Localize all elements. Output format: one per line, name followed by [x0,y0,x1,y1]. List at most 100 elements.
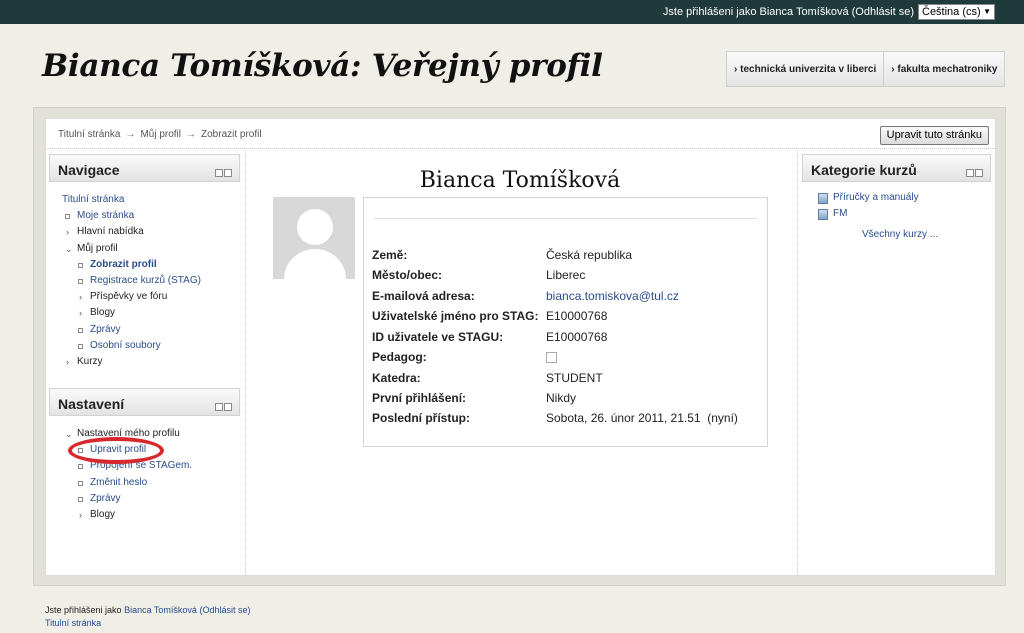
field-label: První přihlášení: [372,391,467,405]
nav-item-my-page[interactable]: Moje stránka [62,208,201,224]
category-item-label[interactable]: FM [833,208,847,219]
dock-icon[interactable] [975,169,983,177]
teacher-checkbox [546,352,557,363]
navigation-block-header: Navigace [49,154,240,182]
bullet-icon [78,343,83,349]
avatar [273,197,355,279]
course-categories-title: Kategorie kurzů [811,162,917,178]
login-info[interactable]: Jste přihlášeni jako Bianca Tomíšková (O… [663,6,914,18]
field-value: Liberec [546,268,586,282]
chevron-right-icon: › [79,308,82,319]
settings-block-title: Nastavení [58,396,125,412]
nav-item-blogs[interactable]: › Blogy [62,305,201,321]
email-link[interactable]: bianca.tomiskova@tul.cz [546,289,679,303]
collapse-icon[interactable] [966,169,974,177]
category-item-fm[interactable]: FM [818,206,938,222]
field-label: Poslední přístup: [372,411,471,425]
field-label: Město/obec: [372,268,443,282]
nav-item-label: Blogy [90,307,116,319]
collapse-icon[interactable] [215,403,223,411]
header-link-label: technická univerzita v liberci [740,64,877,75]
footer-user-link[interactable]: Bianca Tomíšková [124,605,197,615]
footer-login-info: Jste přihlášeni jako Bianca Tomíšková (O… [45,604,250,617]
nav-item-private-files[interactable]: Osobní soubory [62,338,201,354]
highlight-circle [68,437,164,464]
divider [374,218,757,219]
nav-item-label[interactable]: Zprávy [90,324,121,335]
chevron-right-icon: › [79,292,82,303]
settings-item-change-password[interactable]: Změnit heslo [62,475,192,491]
breadcrumb-current: Zobrazit profil [201,129,262,140]
nav-item-label[interactable]: Titulní stránka [62,194,124,205]
header-link-label: fakulta mechatroniky [897,64,998,75]
field-label: Země: [372,248,408,262]
header-link-university[interactable]: › technická univerzita v liberci [727,52,885,86]
language-select-value: Čeština (cs) [922,6,981,18]
breadcrumb-my-profile[interactable]: Můj profil [140,129,181,140]
nav-item-label: Hlavní nabídka [77,226,144,238]
nav-item-messages[interactable]: Zprávy [62,322,201,338]
dock-icon[interactable] [224,169,232,177]
footer-home-link[interactable]: Titulní stránka [45,618,101,628]
nav-item-label: Příspěvky ve fóru [90,291,168,303]
nav-item-label[interactable]: Zobrazit profil [90,259,157,270]
profile-info-box: Země: Česká republika Město/obec: Liberec … [363,197,768,447]
category-item-manuals[interactable]: Příručky a manuály [818,190,938,206]
top-bar: Jste přihlášeni jako Bianca Tomíšková (O… [0,0,1024,24]
field-value: E10000768 [546,330,608,344]
field-value: STUDENT [546,371,603,385]
footer-logout-link[interactable]: (Odhlásit se) [199,605,250,615]
settings-item-label: Blogy [90,509,116,521]
settings-item-messages[interactable]: Zprávy [62,491,192,507]
field-label: E-mailová adresa: [372,289,475,303]
bullet-icon [78,480,83,486]
block-controls [214,164,232,177]
footer: Jste přihlášeni jako Bianca Tomíšková (O… [45,604,250,630]
avatar-head-shape [297,209,333,245]
footer-login-prefix: Jste přihlášeni jako [45,605,122,615]
chevron-right-icon: › [79,510,82,521]
all-courses-label[interactable]: Všechny kurzy ... [862,229,938,240]
field-label: Pedagog: [372,350,427,364]
bullet-icon [78,464,83,470]
edit-page-button[interactable]: Upravit tuto stránku [879,126,989,145]
block-controls [214,398,232,411]
bullet-icon [78,262,83,268]
chevron-down-icon: ⌄ [65,429,73,439]
bullet-icon [78,496,83,502]
field-label: Uživatelské jméno pro STAG: [372,309,539,323]
chevron-down-icon: ▼ [983,7,991,16]
header-link-faculty[interactable]: › fakulta mechatroniky [884,52,1004,86]
chevron-right-icon: › [66,227,69,238]
header-links: › technická univerzita v liberci › fakul… [726,51,1006,87]
settings-item-label[interactable]: Změnit heslo [90,477,147,488]
nav-item-forum-posts[interactable]: › Příspěvky ve fóru [62,289,201,305]
nav-item-course-registration[interactable]: Registrace kurzů (STAG) [62,273,201,289]
collapse-icon[interactable] [215,169,223,177]
all-courses-link[interactable]: Všechny kurzy ... [818,227,938,243]
field-label: ID uživatele ve STAGU: [372,330,504,344]
language-select[interactable]: Čeština (cs) ▼ [918,4,995,20]
course-categories-header: Kategorie kurzů [802,154,991,182]
profile-name: Bianca Tomíšková [419,168,621,193]
nav-item-view-profile[interactable]: Zobrazit profil [62,257,201,273]
nav-item-label[interactable]: Moje stránka [77,210,134,221]
breadcrumb-home[interactable]: Titulní stránka [58,129,120,140]
block-controls [965,164,983,177]
nav-item-courses[interactable]: › Kurzy [62,354,201,370]
dock-icon[interactable] [224,403,232,411]
settings-item-blogs[interactable]: › Blogy [62,507,192,523]
nav-item-label[interactable]: Registrace kurzů (STAG) [90,275,201,286]
nav-item-label[interactable]: Osobní soubory [90,340,161,351]
category-item-label[interactable]: Příručky a manuály [833,192,919,203]
settings-item-label[interactable]: Zprávy [90,493,121,504]
breadcrumb: Titulní stránka → Můj profil → Zobrazit prof… [58,129,262,140]
bullet-icon [78,279,83,285]
arrow-right-icon: → [125,129,136,140]
settings-block-header: Nastavení [49,388,240,416]
navigation-tree: Titulní stránka Moje stránka › Hlavní nab… [62,192,201,370]
nav-item-main-menu[interactable]: › Hlavní nabídka [62,224,201,240]
nav-item-home[interactable]: Titulní stránka [62,192,201,208]
chevron-down-icon: ⌄ [65,243,73,254]
nav-item-my-profile[interactable]: ⌄ Můj profil [62,241,201,257]
